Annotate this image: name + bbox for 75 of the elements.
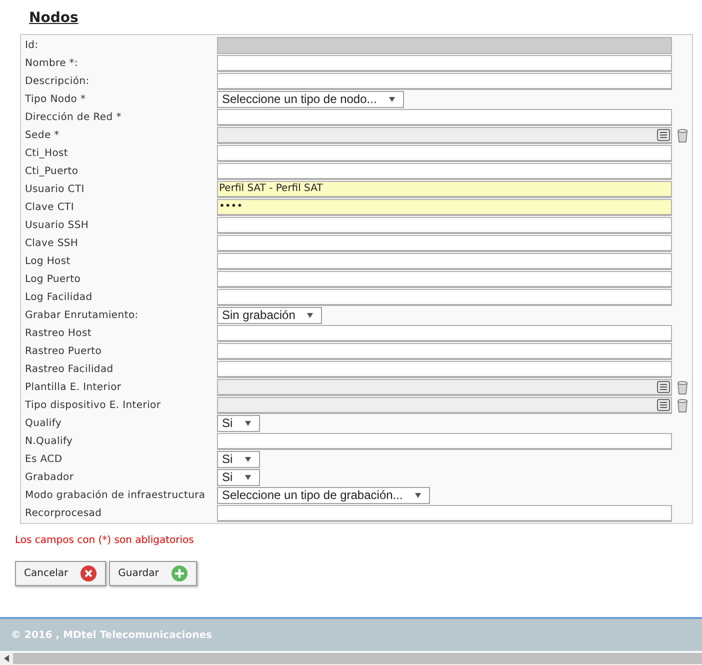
caret-icon (244, 474, 251, 480)
scrollbar-thumb[interactable] (13, 653, 702, 664)
close-icon (80, 565, 98, 582)
input-field[interactable] (217, 162, 672, 180)
page-title: Nodos (29, 10, 78, 26)
input-field[interactable] (217, 342, 672, 360)
field-label: Es ACD (24, 452, 64, 466)
caret-icon (244, 420, 251, 426)
caret-icon (307, 312, 314, 318)
input-field[interactable] (217, 36, 672, 54)
field-label: Log Host (24, 254, 72, 268)
required-note: Los campos con (*) son abligatorios (15, 535, 194, 546)
field-label: Rastreo Facilidad (24, 362, 114, 376)
select-dropdown[interactable]: Si (217, 468, 260, 486)
field-label: Descripción: (24, 74, 90, 88)
caret-icon (388, 96, 395, 102)
save-button[interactable]: Guardar (109, 561, 197, 586)
field-label: Usuario SSH (24, 218, 90, 232)
field-label: Clave CTI (24, 200, 75, 214)
field-label: Nombre *: (24, 56, 80, 70)
field-label: Rastreo Host (24, 326, 92, 340)
field-label: Clave SSH (24, 236, 80, 250)
select-dropdown[interactable]: Sin grabación (217, 306, 322, 324)
field-label: Log Puerto (24, 272, 82, 286)
field-label: Log Facilidad (24, 290, 94, 304)
field-label: Usuario CTI (24, 182, 86, 196)
select-dropdown[interactable]: Si (217, 450, 260, 468)
field-label: Id: (24, 38, 40, 52)
input-field[interactable] (217, 54, 672, 72)
trash-icon[interactable] (677, 380, 688, 394)
input-field[interactable]: •••• (217, 198, 672, 216)
list-icon[interactable] (657, 381, 670, 393)
input-field[interactable] (217, 396, 672, 414)
caret-icon (244, 456, 251, 462)
trash-icon[interactable] (677, 128, 688, 142)
field-label: Cti_Puerto (24, 164, 80, 178)
field-label: Tipo dispositivo E. Interior (24, 398, 162, 412)
field-label: Plantilla E. Interior (24, 380, 122, 394)
input-field[interactable] (217, 126, 672, 144)
input-field[interactable] (217, 288, 672, 306)
field-label: Modo grabación de infraestructura (24, 488, 206, 502)
field-label: Tipo Nodo * (24, 92, 87, 106)
caret-icon (414, 492, 421, 498)
select-dropdown[interactable]: Seleccione un tipo de grabación... (217, 486, 430, 504)
input-field[interactable] (217, 216, 672, 234)
field-label: Grabar Enrutamiento: (24, 308, 140, 322)
input-field[interactable] (217, 270, 672, 288)
plus-icon (170, 565, 188, 582)
input-field[interactable] (217, 324, 672, 342)
select-dropdown[interactable]: Seleccione un tipo de nodo... (217, 90, 404, 108)
footer-text: © 2016 , MDtel Telecomunicaciones (11, 628, 212, 642)
select-dropdown[interactable]: Si (217, 414, 260, 432)
input-field[interactable] (217, 108, 672, 126)
horizontal-scrollbar[interactable] (0, 652, 702, 665)
input-field[interactable] (217, 234, 672, 252)
list-icon[interactable] (657, 399, 670, 411)
field-label: Grabador (24, 470, 75, 484)
input-field[interactable] (217, 432, 672, 450)
field-label: Dirección de Red * (24, 110, 122, 124)
field-label: Rastreo Puerto (24, 344, 103, 358)
input-field[interactable] (217, 144, 672, 162)
input-field[interactable] (217, 360, 672, 378)
field-label: Recorprocesad (24, 506, 103, 520)
field-label: Sede * (24, 128, 60, 142)
input-field[interactable] (217, 252, 672, 270)
field-label: Qualify (24, 416, 63, 430)
list-icon[interactable] (657, 129, 670, 141)
field-label: Cti_Host (24, 146, 70, 160)
field-label: N.Qualify (24, 434, 74, 448)
input-field[interactable] (217, 378, 672, 396)
input-field[interactable]: Perfil SAT - Perfil SAT (217, 180, 672, 198)
trash-icon[interactable] (677, 398, 688, 412)
cancel-button[interactable]: Cancelar (15, 561, 106, 586)
input-field[interactable] (217, 504, 672, 522)
input-field[interactable] (217, 72, 672, 90)
